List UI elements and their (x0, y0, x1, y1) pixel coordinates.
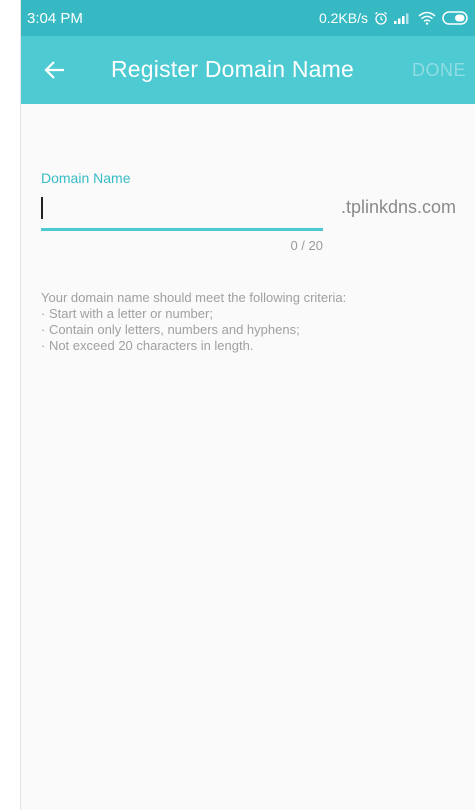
app-bar: Register Domain Name DONE (21, 36, 475, 104)
status-bar: 3:04 PM 0.2KB/s (21, 0, 475, 36)
criteria-text: Your domain name should meet the followi… (41, 290, 461, 354)
alarm-icon (374, 11, 388, 25)
text-cursor (41, 197, 43, 219)
criteria-intro: Your domain name should meet the followi… (41, 290, 347, 305)
wifi-icon (418, 11, 436, 25)
character-counter: 0 / 20 (290, 238, 323, 253)
left-margin (0, 0, 20, 810)
criteria-rule: · Start with a letter or number; (41, 306, 213, 321)
back-button[interactable] (39, 56, 71, 84)
battery-icon (442, 11, 470, 25)
input-underline (41, 228, 323, 231)
done-button[interactable]: DONE (412, 60, 466, 81)
arrow-left-icon (44, 61, 64, 79)
domain-suffix: .tplinkdns.com (340, 197, 456, 217)
page-title: Register Domain Name (111, 56, 355, 82)
domain-input-row (41, 192, 325, 228)
criteria-rule: · Contain only letters, numbers and hyph… (41, 322, 300, 337)
network-speed: 0.2KB/s (318, 10, 368, 26)
status-time: 3:04 PM (27, 9, 83, 27)
domain-name-input[interactable] (41, 192, 325, 226)
criteria-rule: · Not exceed 20 characters in length. (41, 338, 254, 353)
status-indicators: 0.2KB/s (319, 10, 470, 26)
signal-icon (394, 12, 412, 24)
domain-name-label: Domain Name (41, 170, 131, 186)
app-screen: 3:04 PM 0.2KB/s Register Domain Name DON… (20, 0, 475, 810)
